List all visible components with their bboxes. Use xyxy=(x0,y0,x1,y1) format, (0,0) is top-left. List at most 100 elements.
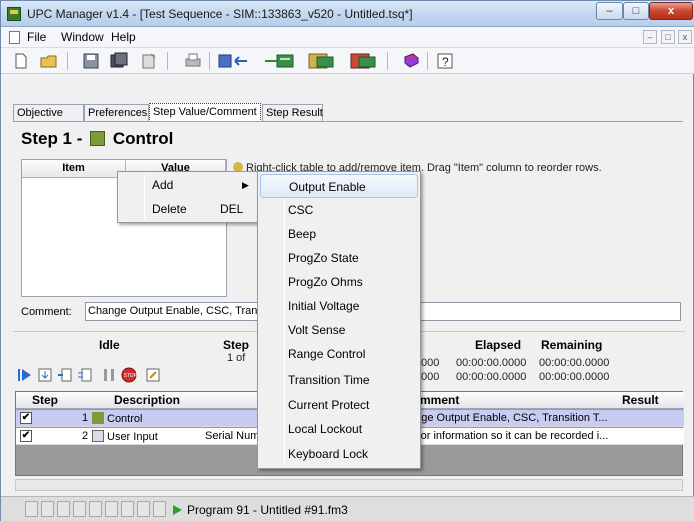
edit-icon[interactable] xyxy=(145,367,161,383)
step-title-name: Control xyxy=(112,129,174,148)
control-icon xyxy=(90,131,106,146)
submenu-local-lockout[interactable]: Local Lockout xyxy=(260,417,418,441)
maximize-button[interactable]: □ xyxy=(623,2,649,20)
status-program-text: Program 91 - Untitled #91.fm3 xyxy=(187,503,348,517)
submenu-item-label: Local Lockout xyxy=(288,422,363,436)
mdi-restore-button[interactable]: □ xyxy=(661,30,675,44)
app-icon xyxy=(7,7,21,21)
insert-step-icon[interactable] xyxy=(57,367,73,383)
remaining-value: 00:00:00.0000 xyxy=(539,357,610,369)
close-button[interactable]: x xyxy=(649,2,693,20)
svg-text:STOP: STOP xyxy=(124,373,138,379)
context-menu-add[interactable]: Add ▶ xyxy=(120,174,256,196)
context-menu-delete[interactable]: Delete DEL xyxy=(120,198,256,220)
open-icon[interactable] xyxy=(39,51,59,71)
status-cell xyxy=(25,501,38,517)
submenu-keyboard-lock[interactable]: Keyboard Lock xyxy=(260,442,418,466)
menu-help[interactable]: Help xyxy=(111,30,136,44)
step-title-prefix: Step 1 - xyxy=(21,129,83,148)
submenu-current-protect[interactable]: Current Protect xyxy=(260,393,418,417)
export-icon[interactable] xyxy=(263,51,297,71)
toolbar-separator xyxy=(67,52,68,70)
save-icon[interactable] xyxy=(81,51,101,71)
step-into-icon[interactable] xyxy=(37,367,53,383)
item-column-header[interactable]: Item xyxy=(22,160,126,178)
menu-file[interactable]: File xyxy=(27,30,46,44)
app-window: UPC Manager v1.4 - [Test Sequence - SIM:… xyxy=(0,0,694,521)
submenu-item-label: Current Protect xyxy=(288,398,370,412)
row-description-text: User Input xyxy=(107,431,158,443)
pause-icon[interactable] xyxy=(101,367,117,383)
row-checkbox[interactable]: ✔ xyxy=(20,430,32,442)
elapsed-label: Elapsed xyxy=(475,338,522,352)
comment-label: Comment: xyxy=(21,306,72,318)
compile-icon[interactable] xyxy=(347,51,381,71)
toolbar-separator xyxy=(209,52,210,70)
submenu-output-enable[interactable]: Output Enable xyxy=(260,174,418,198)
status-cell xyxy=(73,501,86,517)
new-icon[interactable] xyxy=(11,51,31,71)
submenu-initial-voltage[interactable]: Initial Voltage xyxy=(260,294,418,318)
description-column-header[interactable]: Description xyxy=(114,393,180,407)
run-icon[interactable] xyxy=(17,367,33,383)
remove-step-icon[interactable] xyxy=(77,367,93,383)
result-column-header[interactable]: Result xyxy=(622,393,659,407)
menu-bar: File Window Help – □ x xyxy=(1,27,694,48)
row-checkbox[interactable]: ✔ xyxy=(20,412,32,424)
tab-objective[interactable]: Objective xyxy=(13,104,84,122)
toolbar-separator xyxy=(387,52,388,70)
control-icon xyxy=(92,412,104,424)
import-icon[interactable] xyxy=(217,51,251,71)
minimize-button[interactable]: – xyxy=(596,2,623,20)
document-icon[interactable] xyxy=(9,31,20,44)
mdi-close-button[interactable]: x xyxy=(678,30,692,44)
export-sequence-icon[interactable] xyxy=(305,51,339,71)
play-icon xyxy=(173,505,182,515)
submenu-volt-sense[interactable]: Volt Sense xyxy=(260,318,418,342)
submenu-item-label: Output Enable xyxy=(289,180,366,194)
step-counter-value: 1 of xyxy=(227,352,246,364)
status-cell xyxy=(137,501,150,517)
step-title: Step 1 - Control xyxy=(21,129,173,149)
status-cell xyxy=(41,501,54,517)
status-cell xyxy=(89,501,102,517)
elapsed-value: 00:00:00.0000 xyxy=(456,357,527,369)
print-icon[interactable] xyxy=(183,51,203,71)
row-step-number: 1 xyxy=(82,412,89,424)
status-bar: Program 91 - Untitled #91.fm3 xyxy=(1,496,694,521)
submenu-range-control[interactable]: Range Control xyxy=(260,342,418,366)
svg-text:?: ? xyxy=(442,55,449,69)
add-submenu: Output Enable CSC Beep ProgZo State Prog… xyxy=(257,171,421,469)
stop-icon[interactable]: STOP xyxy=(121,367,137,383)
help-icon[interactable]: ? xyxy=(435,51,455,71)
manual-icon[interactable] xyxy=(401,51,421,71)
status-cell xyxy=(121,501,134,517)
submenu-csc[interactable]: CSC xyxy=(260,198,418,222)
submenu-item-label: Keyboard Lock xyxy=(288,447,369,461)
submenu-progzo-state[interactable]: ProgZo State xyxy=(260,246,418,270)
row-step-number: 2 xyxy=(82,430,89,442)
submenu-transition-time[interactable]: Transition Time xyxy=(260,368,418,392)
title-bar[interactable]: UPC Manager v1.4 - [Test Sequence - SIM:… xyxy=(1,1,694,27)
mdi-minimize-button[interactable]: – xyxy=(643,30,657,44)
properties-icon[interactable] xyxy=(139,51,159,71)
save-all-icon[interactable] xyxy=(109,51,129,71)
row-description: Control xyxy=(92,412,142,425)
context-menu-add-label: Add xyxy=(152,178,174,192)
context-menu: Add ▶ Delete DEL xyxy=(117,171,259,223)
tab-step-value-comment[interactable]: Step Value/Comment xyxy=(149,103,261,122)
submenu-item-label: Volt Sense xyxy=(288,323,346,337)
row-comment: ange Output Enable, CSC, Transition T... xyxy=(409,412,608,424)
comment-column-header[interactable]: mment xyxy=(420,393,459,407)
step-column-header[interactable]: Step xyxy=(32,393,58,407)
toolbar-separator xyxy=(167,52,168,70)
horizontal-scrollbar[interactable] xyxy=(15,479,683,491)
menu-window[interactable]: Window xyxy=(61,30,104,44)
elapsed-value-2: 00:00:00.0000 xyxy=(456,371,527,383)
submenu-item-label: ProgZo Ohms xyxy=(288,275,363,289)
tab-step-result[interactable]: Step Result xyxy=(262,104,323,122)
submenu-beep[interactable]: Beep xyxy=(260,222,418,246)
user-input-icon xyxy=(92,430,104,442)
tab-preferences[interactable]: Preferences xyxy=(84,104,149,122)
submenu-progzo-ohms[interactable]: ProgZo Ohms xyxy=(260,270,418,294)
